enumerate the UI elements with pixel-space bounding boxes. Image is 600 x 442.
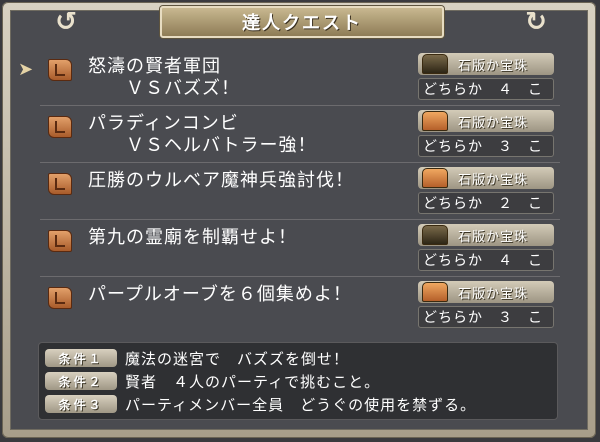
quest-row[interactable]: 圧勝のウルベア魔神兵強討伐！ 石版か宝珠 どちらか ２ こ xyxy=(40,164,560,220)
condition-badge: 条件３ xyxy=(45,395,117,413)
corner-ornament-left-icon: ↺ xyxy=(55,7,77,37)
condition-badge: 条件２ xyxy=(45,372,117,390)
reward-item-label: 石版か宝珠 xyxy=(458,58,529,74)
quest-reward: 石版か宝珠 どちらか ３ こ xyxy=(418,281,554,329)
quest-name: パラディンコンビ ＶＳヘルバトラー強！ xyxy=(88,113,317,156)
reward-item: 石版か宝珠 xyxy=(418,281,554,303)
quest-scroll-icon xyxy=(48,287,72,309)
quest-reward: 石版か宝珠 どちらか ３ こ xyxy=(418,110,554,158)
reward-count: どちらか ３ こ xyxy=(418,135,554,157)
quest-name: 怒濤の賢者軍団 ＶＳバズズ！ xyxy=(88,56,240,99)
condition-row: 条件１ 魔法の迷宮で バズズを倒せ！ xyxy=(45,347,349,369)
reward-item: 石版か宝珠 xyxy=(418,53,554,75)
reward-item: 石版か宝珠 xyxy=(418,224,554,246)
quest-reward: 石版か宝珠 どちらか ４ こ xyxy=(418,224,554,272)
treasure-chest-icon xyxy=(422,111,448,131)
condition-text: 賢者 ４人のパーティで挑むこと。 xyxy=(125,372,381,391)
quest-row[interactable]: パラディンコンビ ＶＳヘルバトラー強！ 石版か宝珠 どちらか ３ こ xyxy=(40,107,560,163)
treasure-chest-icon xyxy=(422,225,448,245)
quest-reward: 石版か宝珠 どちらか ４ こ xyxy=(418,53,554,101)
window-title: 達人クエスト xyxy=(160,6,444,38)
quest-name: パープルオーブを６個集めよ！ xyxy=(88,284,352,305)
reward-count: どちらか ３ こ xyxy=(418,306,554,328)
quest-scroll-icon xyxy=(48,173,72,195)
conditions-panel: 条件１ 魔法の迷宮で バズズを倒せ！ 条件２ 賢者 ４人のパーティで挑むこと。 … xyxy=(38,342,558,420)
quest-name: 圧勝のウルベア魔神兵強討伐！ xyxy=(88,170,354,191)
treasure-chest-icon xyxy=(422,168,448,188)
condition-row: 条件２ 賢者 ４人のパーティで挑むこと。 xyxy=(45,370,380,392)
reward-item-label: 石版か宝珠 xyxy=(458,115,529,131)
reward-count: どちらか ２ こ xyxy=(418,192,554,214)
quest-name: 第九の霊廟を制覇せよ！ xyxy=(88,227,297,248)
condition-text: 魔法の迷宮で バズズを倒せ！ xyxy=(125,349,350,368)
condition-badge: 条件１ xyxy=(45,349,117,367)
quest-row[interactable]: 第九の霊廟を制覇せよ！ 石版か宝珠 どちらか ４ こ xyxy=(40,221,560,277)
quest-scroll-icon xyxy=(48,116,72,138)
condition-row: 条件３ パーティメンバー全員 どうぐの使用を禁ずる。 xyxy=(45,393,476,415)
reward-item: 石版か宝珠 xyxy=(418,167,554,189)
row-divider xyxy=(40,219,560,220)
reward-count: どちらか ４ こ xyxy=(418,249,554,271)
quest-row[interactable]: パープルオーブを６個集めよ！ 石版か宝珠 どちらか ３ こ xyxy=(40,278,560,334)
quest-list: 怒濤の賢者軍団 ＶＳバズズ！ 石版か宝珠 どちらか ４ こ パラディンコンビ Ｖ… xyxy=(40,50,560,335)
reward-item-label: 石版か宝珠 xyxy=(458,286,529,302)
row-divider xyxy=(40,162,560,163)
reward-item-label: 石版か宝珠 xyxy=(458,229,529,245)
quest-scroll-icon xyxy=(48,230,72,252)
row-divider xyxy=(40,105,560,106)
treasure-chest-icon xyxy=(422,282,448,302)
corner-ornament-right-icon: ↻ xyxy=(525,7,547,37)
reward-item: 石版か宝珠 xyxy=(418,110,554,132)
reward-count: どちらか ４ こ xyxy=(418,78,554,100)
condition-text: パーティメンバー全員 どうぐの使用を禁ずる。 xyxy=(125,395,477,414)
reward-item-label: 石版か宝珠 xyxy=(458,172,529,188)
row-divider xyxy=(40,276,560,277)
treasure-chest-icon xyxy=(422,54,448,74)
quest-scroll-icon xyxy=(48,59,72,81)
quest-row[interactable]: 怒濤の賢者軍団 ＶＳバズズ！ 石版か宝珠 どちらか ４ こ xyxy=(40,50,560,106)
quest-reward: 石版か宝珠 どちらか ２ こ xyxy=(418,167,554,215)
